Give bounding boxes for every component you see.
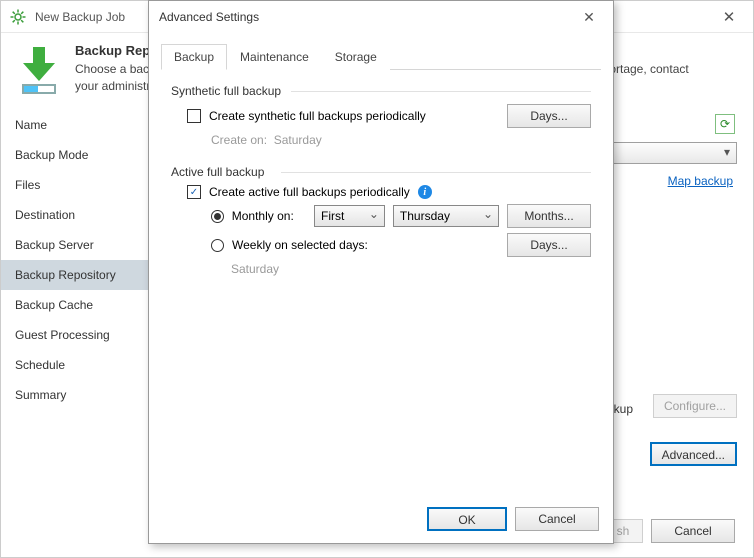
- active-fieldset: Active full backup Create active full ba…: [171, 165, 591, 276]
- nav-item-backup-mode[interactable]: Backup Mode: [1, 140, 151, 170]
- tab-storage[interactable]: Storage: [322, 44, 390, 70]
- nav-item-files[interactable]: Files: [1, 170, 151, 200]
- weekly-value: Saturday: [231, 262, 591, 276]
- advanced-settings-modal: Advanced Settings ✕ BackupMaintenanceSto…: [148, 0, 614, 544]
- refresh-icon[interactable]: ⟳: [715, 114, 735, 134]
- weekly-days-button[interactable]: Days...: [507, 233, 591, 257]
- create-on-label: Create on:: [211, 133, 267, 147]
- nav-item-name[interactable]: Name: [1, 110, 151, 140]
- synthetic-create-on: Create on: Saturday: [211, 133, 591, 147]
- tabs: BackupMaintenanceStorage: [161, 43, 601, 70]
- nav-item-summary[interactable]: Summary: [1, 380, 151, 410]
- create-on-value: Saturday: [274, 133, 322, 147]
- monthly-day-select[interactable]: Thursday: [393, 205, 499, 227]
- nav-item-destination[interactable]: Destination: [1, 200, 151, 230]
- active-checkbox[interactable]: [187, 185, 201, 199]
- months-button[interactable]: Months...: [507, 204, 591, 228]
- close-icon[interactable]: ✕: [575, 9, 603, 26]
- synthetic-legend: Synthetic full backup: [171, 84, 591, 98]
- nav-item-backup-server[interactable]: Backup Server: [1, 230, 151, 260]
- active-legend: Active full backup: [171, 165, 591, 179]
- monthly-ordinal-select[interactable]: First: [314, 205, 385, 227]
- active-check-label: Create active full backups periodically: [209, 185, 410, 199]
- weekly-radio[interactable]: [211, 239, 224, 252]
- nav-item-backup-cache[interactable]: Backup Cache: [1, 290, 151, 320]
- monthly-radio[interactable]: [211, 210, 224, 223]
- nav-item-backup-repository[interactable]: Backup Repository: [1, 260, 151, 290]
- wizard-footer: sh Cancel: [603, 519, 735, 543]
- map-backup-link[interactable]: Map backup: [668, 174, 733, 188]
- synthetic-days-button[interactable]: Days...: [507, 104, 591, 128]
- cancel-button[interactable]: Cancel: [515, 507, 599, 531]
- ok-button[interactable]: OK: [427, 507, 507, 531]
- monthly-ordinal-value: First: [321, 209, 344, 223]
- synthetic-fieldset: Synthetic full backup Create synthetic f…: [171, 84, 591, 147]
- configure-button: Configure...: [653, 394, 737, 418]
- cancel-button[interactable]: Cancel: [651, 519, 735, 543]
- nav-item-schedule[interactable]: Schedule: [1, 350, 151, 380]
- modal-titlebar: Advanced Settings ✕: [149, 1, 613, 33]
- close-icon[interactable]: ✕: [713, 8, 745, 26]
- synthetic-checkbox[interactable]: [187, 109, 201, 123]
- modal-footer: OK Cancel: [427, 507, 599, 531]
- synthetic-check-label: Create synthetic full backups periodical…: [209, 109, 499, 123]
- wizard-nav: NameBackup ModeFilesDestinationBackup Se…: [1, 106, 151, 506]
- info-icon[interactable]: i: [418, 185, 432, 199]
- weekly-label: Weekly on selected days:: [232, 238, 499, 252]
- backup-panel: Synthetic full backup Create synthetic f…: [149, 70, 613, 308]
- tab-backup[interactable]: Backup: [161, 44, 227, 70]
- monthly-day-value: Thursday: [400, 209, 450, 223]
- advanced-button[interactable]: Advanced...: [650, 442, 737, 466]
- modal-title: Advanced Settings: [159, 10, 575, 24]
- nav-item-guest-processing[interactable]: Guest Processing: [1, 320, 151, 350]
- gear-icon: [9, 8, 27, 26]
- tab-maintenance[interactable]: Maintenance: [227, 44, 322, 70]
- download-arrow-icon: [15, 43, 63, 98]
- monthly-label: Monthly on:: [232, 209, 306, 223]
